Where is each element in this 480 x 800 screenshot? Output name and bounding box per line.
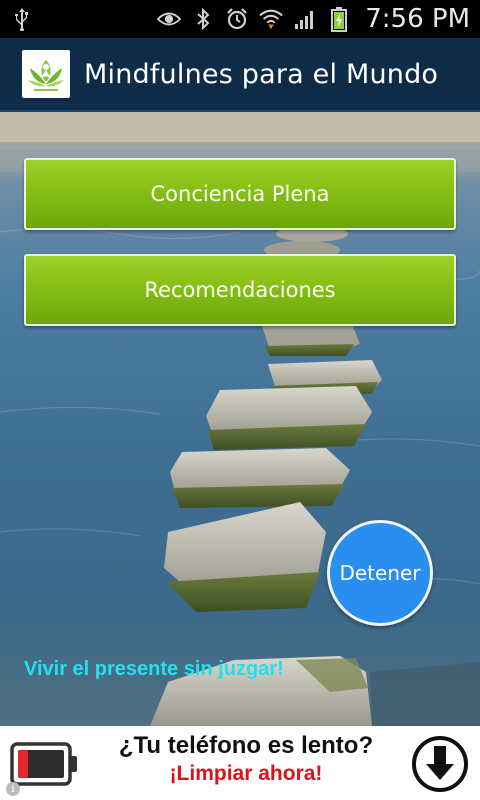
stop-button[interactable]: Detener [327, 520, 433, 626]
battery-icon [327, 7, 351, 32]
app-title: Mindfulnes para el Mundo [84, 58, 439, 90]
tagline: Vivir el presente sin juzgar! [24, 658, 284, 680]
battery-low-icon [10, 742, 80, 791]
bluetooth-icon [191, 7, 215, 31]
recomendaciones-button[interactable]: Recomendaciones [24, 254, 456, 326]
lotus-logo-icon [22, 50, 70, 98]
signal-icon [293, 7, 317, 31]
wifi-icon [259, 7, 283, 31]
eye-icon [157, 7, 182, 31]
download-icon[interactable] [410, 734, 470, 799]
status-bar: 7:56 PM [0, 0, 480, 38]
info-icon[interactable]: i [6, 782, 20, 796]
ad-banner[interactable]: ¿Tu teléfono es lento? ¡Limpiar ahora! i [0, 726, 480, 800]
ad-headline: ¿Tu teléfono es lento? [118, 732, 374, 759]
usb-icon [10, 7, 34, 31]
ad-cta: ¡Limpiar ahora! [169, 762, 323, 785]
status-time: 7:56 PM [365, 4, 470, 34]
conciencia-plena-button[interactable]: Conciencia Plena [24, 158, 456, 230]
action-bar: Mindfulnes para el Mundo [0, 38, 480, 112]
alarm-icon [225, 7, 249, 31]
